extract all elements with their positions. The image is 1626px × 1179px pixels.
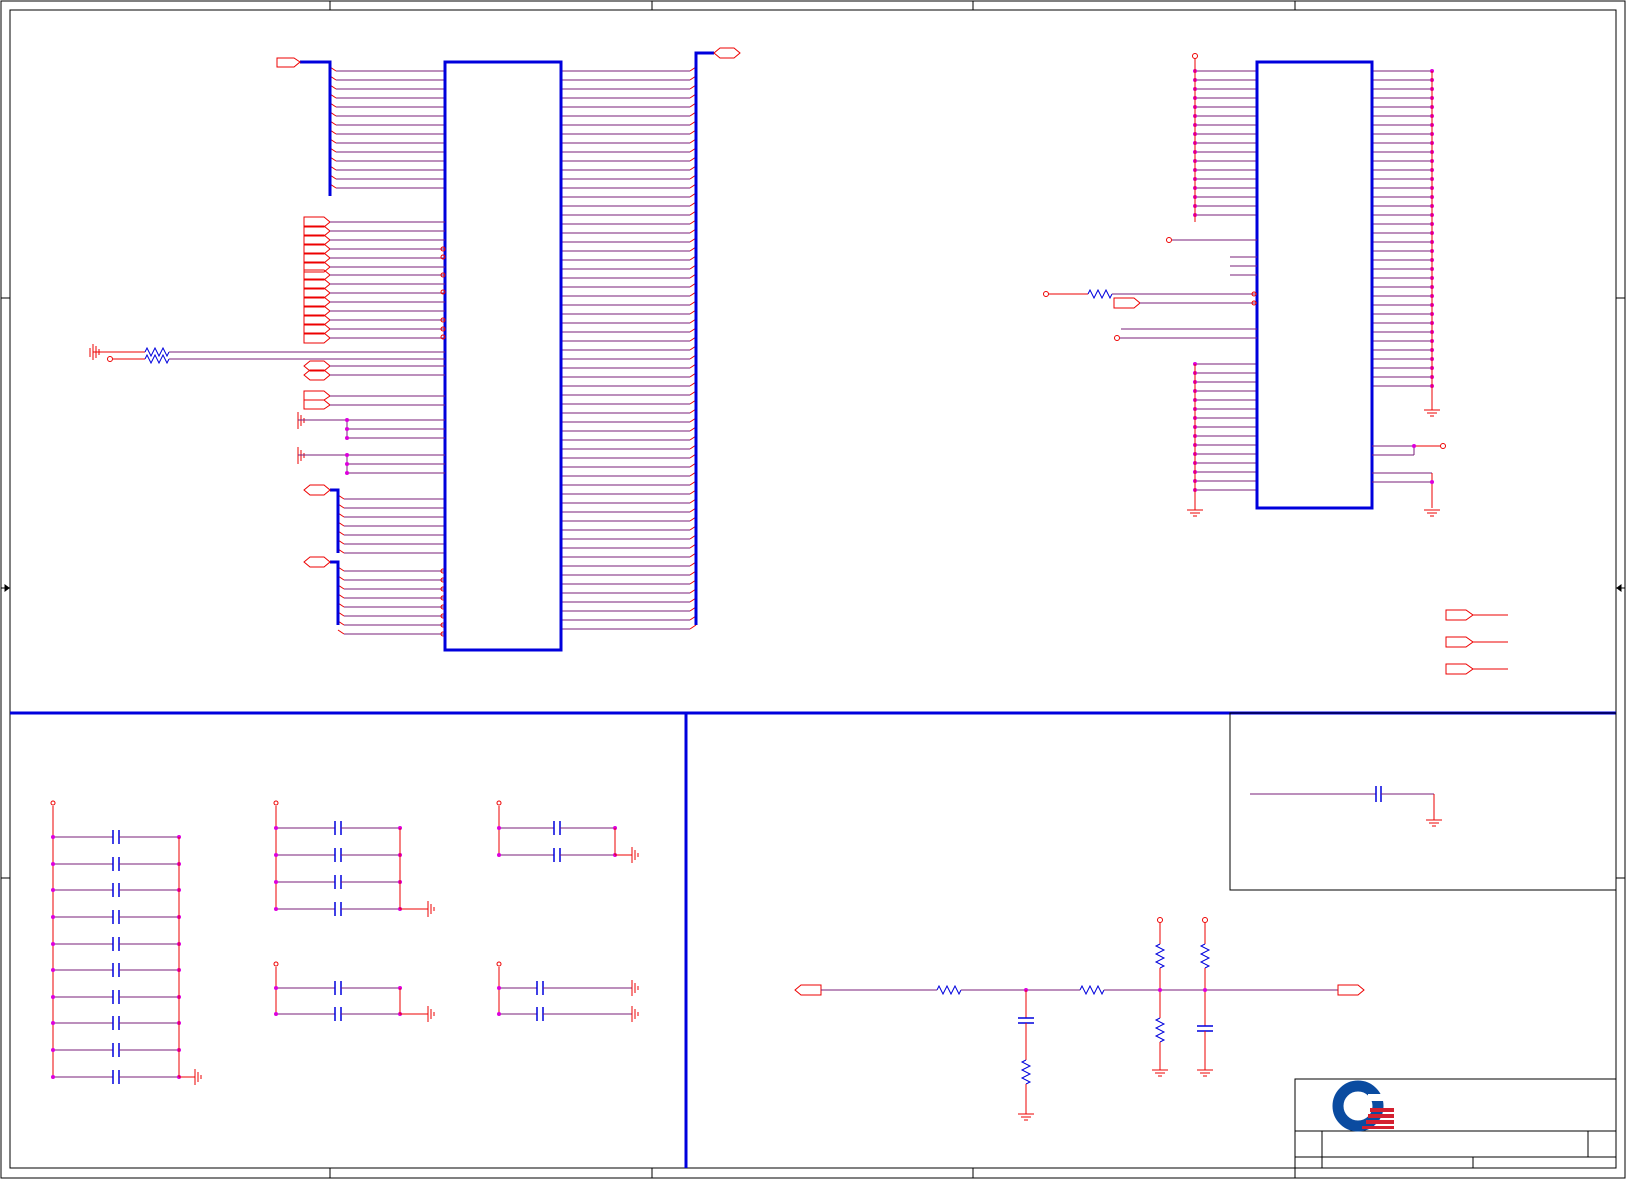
junction-dot xyxy=(51,888,55,892)
junction-dot xyxy=(274,853,278,857)
power-port-icon xyxy=(50,800,56,806)
resistor-icon xyxy=(1079,984,1105,996)
junction-dot xyxy=(274,1012,278,1016)
schematic-sheet xyxy=(0,0,1626,1179)
decoupling-cap-bank-1 xyxy=(50,800,202,1085)
power-port-icon xyxy=(273,961,279,967)
ic-u2-body xyxy=(1255,60,1374,510)
ground-symbol-u2-right-top xyxy=(1424,407,1440,417)
resistor-net-power xyxy=(107,353,445,365)
bus-u1-top-left xyxy=(300,60,332,196)
resistor-icon xyxy=(936,984,962,996)
junction-dot xyxy=(274,880,278,884)
input-port-pair-b xyxy=(303,390,445,410)
u2-right-nets xyxy=(1372,69,1434,388)
junction-dot xyxy=(274,907,278,911)
resistor-icon xyxy=(1199,943,1211,969)
offpage-port-icon xyxy=(1337,984,1365,996)
junction-dot xyxy=(51,915,55,919)
junction-dot xyxy=(274,826,278,830)
sheet-frame xyxy=(0,0,1626,1179)
resistor-icon xyxy=(1087,288,1113,300)
resistor-net-ground-strap xyxy=(89,344,445,360)
junction-dot xyxy=(51,1021,55,1025)
offpage-port-mid-b xyxy=(303,556,331,568)
power-port-icon xyxy=(496,961,502,967)
junction-dot xyxy=(51,835,55,839)
resistor-icon xyxy=(144,346,170,358)
company-logo-icon xyxy=(1332,1080,1394,1132)
resistor-icon xyxy=(144,353,170,365)
offpage-port-bus-in xyxy=(276,57,301,68)
decoupling-cap-bank-2 xyxy=(273,800,435,917)
ground-symbol-u2-left xyxy=(1187,508,1203,517)
offpage-ports-right xyxy=(1445,609,1508,675)
u1-right-nets xyxy=(561,66,697,630)
decoupling-cap-bank-3 xyxy=(273,961,435,1022)
u2-right-misc xyxy=(1372,443,1446,508)
bypass-capacitor-panel xyxy=(1250,786,1442,827)
ground-tie-a xyxy=(297,412,445,440)
resistor-icon xyxy=(1154,943,1166,969)
offpage-port-icon xyxy=(1113,297,1141,309)
bidir-port-pair-a xyxy=(303,360,445,381)
junction-dot xyxy=(51,1048,55,1052)
ground-tie-b xyxy=(297,447,445,475)
frame-arrow-left xyxy=(2,584,10,592)
decoupling-cap-bank-5 xyxy=(496,961,639,1022)
junction-dot xyxy=(51,1075,55,1079)
offpage-port-bus-out xyxy=(713,47,741,59)
frame-arrow-right xyxy=(1616,584,1624,592)
ic-u1-body xyxy=(443,60,563,652)
junction-dot xyxy=(51,968,55,972)
decoupling-cap-bank-4 xyxy=(496,800,639,863)
resistor-icon xyxy=(1020,1059,1032,1085)
junction-dot xyxy=(51,942,55,946)
u1-control-ports xyxy=(303,216,446,344)
offpage-port-icon xyxy=(794,984,822,996)
power-port-icon xyxy=(273,800,279,806)
ground-symbol-u2-right-bottom xyxy=(1424,509,1440,517)
junction-dot xyxy=(497,826,501,830)
u2-misc-nets xyxy=(1043,237,1257,341)
junction-dot xyxy=(274,986,278,990)
junction-dot xyxy=(497,1012,501,1016)
bus-u1-right xyxy=(694,51,714,625)
bus-u1-mid-left-a xyxy=(330,488,340,553)
u2-left-nets xyxy=(1193,69,1257,492)
bus-entry xyxy=(337,629,345,635)
resistor-icon xyxy=(1154,1017,1166,1043)
junction-dot xyxy=(51,995,55,999)
junction-dot xyxy=(497,853,501,857)
junction-dot xyxy=(51,862,55,866)
rc-filter-network xyxy=(794,917,1365,1121)
bus-entry xyxy=(689,624,697,630)
junction-dot xyxy=(497,986,501,990)
power-port-icon xyxy=(496,800,502,806)
schematic-canvas xyxy=(0,0,1626,1179)
offpage-port-mid-a xyxy=(303,484,331,496)
bus-u1-mid-left-b xyxy=(330,560,340,625)
